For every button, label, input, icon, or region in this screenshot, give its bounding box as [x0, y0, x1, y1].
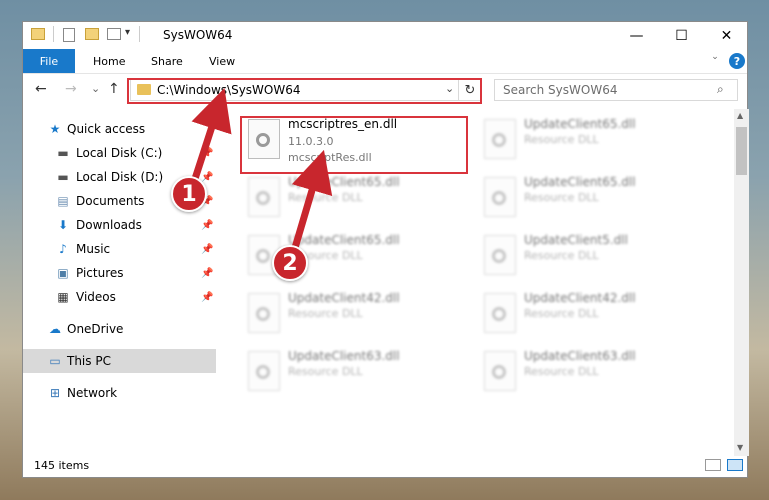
step-one-badge: 1 [171, 176, 207, 212]
arrow-to-file [288, 149, 333, 259]
arrow-to-address-bar [189, 88, 232, 187]
annotation-arrows [189, 88, 333, 259]
step-two-badge: 2 [272, 245, 308, 281]
